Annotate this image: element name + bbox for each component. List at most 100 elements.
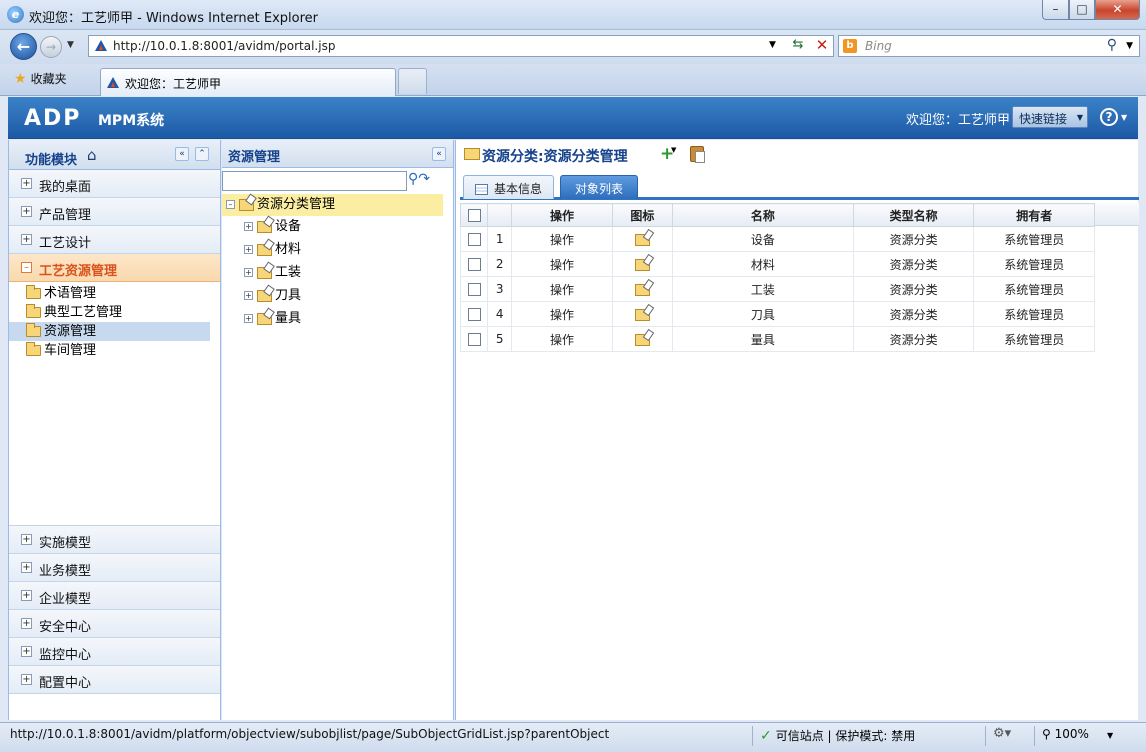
expand-icon[interactable]: +: [244, 314, 253, 323]
search-icon[interactable]: ⚲↷: [408, 171, 430, 187]
row-action-link[interactable]: 操作: [511, 226, 613, 252]
column-header-name[interactable]: 名称: [671, 203, 854, 227]
app-header: ADP MPM系统 欢迎您：工艺师甲 快速链接 ▼ ? ▼: [8, 97, 1138, 139]
detail-tabs: 基本信息 对象列表: [460, 173, 1139, 200]
quick-links-dropdown[interactable]: 快速链接 ▼: [1012, 106, 1088, 128]
paste-icon[interactable]: [690, 146, 705, 163]
menu-item-product[interactable]: + 产品管理: [9, 198, 220, 226]
table-row[interactable]: 2 操作 材料 资源分类 系统管理员: [459, 251, 1095, 277]
zoom-level[interactable]: ⚲ 100%: [1042, 727, 1089, 741]
stop-icon[interactable]: ✕: [813, 36, 831, 54]
row-checkbox[interactable]: [459, 301, 489, 327]
submenu-item-typical-process[interactable]: 典型工艺管理: [9, 303, 220, 322]
row-checkbox[interactable]: [459, 326, 489, 352]
menu-item-enterprise-model[interactable]: + 企业模型: [9, 582, 220, 610]
column-header-type[interactable]: 类型名称: [852, 203, 975, 227]
expand-icon: +: [21, 562, 32, 573]
row-checkbox[interactable]: [459, 276, 489, 302]
back-button[interactable]: ←: [10, 33, 37, 60]
menu-item-desktop[interactable]: + 我的桌面: [9, 170, 220, 198]
tab-basic-info[interactable]: 基本信息: [463, 175, 554, 199]
expand-icon[interactable]: +: [244, 268, 253, 277]
menu-item-monitor-center[interactable]: + 监控中心: [9, 638, 220, 666]
column-header-owner[interactable]: 拥有者: [973, 203, 1095, 227]
add-dropdown-icon[interactable]: ▼: [671, 146, 676, 154]
row-action-link[interactable]: 操作: [511, 276, 613, 302]
search-box[interactable]: b Bing ⚲ ▼: [838, 35, 1140, 57]
collapse-panel-icon[interactable]: «: [432, 147, 446, 161]
favorites-button[interactable]: ★ 收藏夹: [14, 70, 67, 87]
table-row[interactable]: 4 操作 刀具 资源分类 系统管理员: [459, 301, 1095, 327]
folder-icon: [26, 323, 41, 337]
expand-icon: +: [21, 618, 32, 629]
forward-button[interactable]: →: [40, 36, 62, 58]
address-url[interactable]: http://10.0.1.8:8001/avidm/portal.jsp: [113, 39, 335, 53]
address-bar[interactable]: http://10.0.1.8:8001/avidm/portal.jsp ▼ …: [88, 35, 834, 57]
menu-item-process-resource[interactable]: – 工艺资源管理: [9, 254, 220, 282]
security-zone[interactable]: ✓ 可信站点 | 保护模式: 禁用: [760, 727, 915, 744]
table-row[interactable]: 3 操作 工装 资源分类 系统管理员: [459, 276, 1095, 302]
new-tab-button[interactable]: [398, 68, 427, 94]
minimize-button[interactable]: –: [1042, 0, 1069, 20]
search-dropdown-icon[interactable]: ▼: [1126, 41, 1133, 51]
refresh-icon[interactable]: ⇆: [789, 37, 807, 55]
folder-edit-icon: [634, 308, 650, 321]
submenu-item-resource[interactable]: 资源管理: [9, 322, 210, 341]
row-checkbox[interactable]: [459, 251, 489, 277]
folder-edit-icon: [634, 258, 650, 271]
expand-icon[interactable]: +: [244, 291, 253, 300]
home-icon[interactable]: ⌂: [87, 146, 97, 164]
collapse-icon[interactable]: –: [226, 200, 235, 209]
menu-item-implementation-model[interactable]: + 实施模型: [9, 526, 220, 554]
row-action-link[interactable]: 操作: [511, 301, 613, 327]
zoom-dropdown-icon[interactable]: ▼: [1107, 731, 1113, 740]
expand-icon[interactable]: +: [244, 222, 253, 231]
row-name-link[interactable]: 刀具: [671, 301, 854, 327]
menu-item-security-center[interactable]: + 安全中心: [9, 610, 220, 638]
menu-item-config-center[interactable]: + 配置中心: [9, 666, 220, 694]
column-header-icon[interactable]: 图标: [611, 203, 673, 227]
close-button[interactable]: ✕: [1095, 0, 1140, 20]
row-name-link[interactable]: 材料: [671, 251, 854, 277]
submenu-item-workshop[interactable]: 车间管理: [9, 341, 220, 360]
column-header-action[interactable]: 操作: [511, 203, 613, 227]
folder-icon: [464, 148, 480, 160]
process-resource-submenu: 术语管理 典型工艺管理 资源管理 车间管理: [9, 284, 220, 526]
tree-root-node[interactable]: – 资源分类管理: [222, 194, 443, 216]
row-action-link[interactable]: 操作: [511, 251, 613, 277]
security-settings-icon[interactable]: ⚙▾: [993, 726, 1011, 741]
object-detail-header: 资源分类:资源分类管理 + ▼: [456, 140, 1138, 172]
tab-object-list[interactable]: 对象列表: [560, 175, 638, 199]
welcome-text: 欢迎您：工艺师甲: [906, 113, 1011, 128]
row-owner: 系统管理员: [973, 301, 1095, 327]
maximize-button[interactable]: □: [1069, 0, 1095, 20]
search-placeholder[interactable]: Bing: [865, 39, 892, 53]
help-icon[interactable]: ?: [1100, 108, 1118, 126]
row-icon: [611, 251, 673, 277]
history-dropdown-icon[interactable]: ▼: [67, 40, 74, 50]
menu-item-process-design[interactable]: + 工艺设计: [9, 226, 220, 254]
row-checkbox[interactable]: [459, 226, 489, 252]
form-icon: [474, 184, 488, 195]
row-action-link[interactable]: 操作: [511, 326, 613, 352]
row-owner: 系统管理员: [973, 251, 1095, 277]
collapse-panel-icon[interactable]: «: [175, 147, 189, 161]
select-all-checkbox[interactable]: [459, 203, 489, 227]
row-name-link[interactable]: 量具: [671, 326, 854, 352]
folder-icon: [26, 304, 41, 318]
submenu-item-terms[interactable]: 术语管理: [9, 284, 220, 303]
help-dropdown-icon[interactable]: ▼: [1121, 113, 1127, 122]
row-name-link[interactable]: 工装: [671, 276, 854, 302]
browser-tab-active[interactable]: 欢迎您：工艺师甲: [100, 68, 396, 96]
row-name-link[interactable]: 设备: [671, 226, 854, 252]
address-dropdown-icon[interactable]: ▼: [769, 40, 776, 50]
collapse-all-icon[interactable]: ⌃: [195, 147, 209, 161]
table-row[interactable]: 1 操作 设备 资源分类 系统管理员: [459, 226, 1095, 252]
table-row[interactable]: 5 操作 量具 资源分类 系统管理员: [459, 326, 1095, 352]
search-icon[interactable]: ⚲: [1107, 37, 1117, 53]
expand-icon: +: [21, 206, 32, 217]
expand-icon[interactable]: +: [244, 245, 253, 254]
row-type: 资源分类: [852, 276, 975, 302]
tree-search-input[interactable]: [222, 171, 407, 191]
menu-item-business-model[interactable]: + 业务模型: [9, 554, 220, 582]
